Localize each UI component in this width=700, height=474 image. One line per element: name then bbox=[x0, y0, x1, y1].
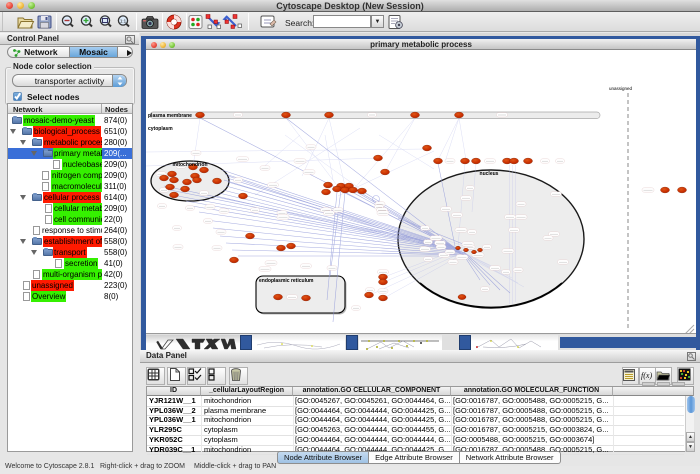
svg-text:unassigned: unassigned bbox=[609, 86, 633, 91]
svg-text:mitochondrion: mitochondrion bbox=[173, 162, 208, 168]
svg-text:cytoplasm: cytoplasm bbox=[148, 126, 173, 132]
svg-text:endoplasmic reticulum: endoplasmic reticulum bbox=[259, 278, 314, 284]
svg-text:1:1: 1:1 bbox=[120, 19, 127, 24]
svg-text:plasma membrane: plasma membrane bbox=[148, 113, 192, 119]
svg-text:f(x): f(x) bbox=[641, 371, 652, 380]
svg-text:nucleus: nucleus bbox=[480, 171, 499, 177]
